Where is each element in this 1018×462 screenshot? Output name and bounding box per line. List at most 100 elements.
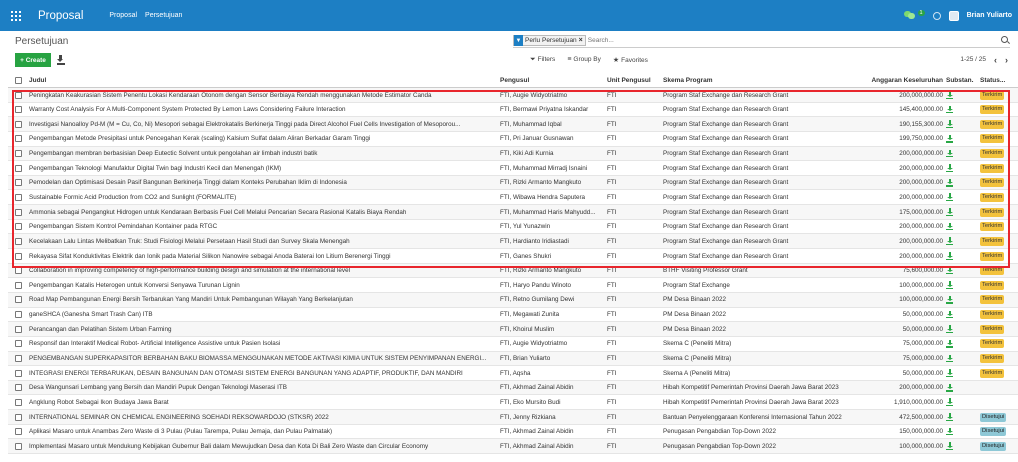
table-row[interactable]: Sustainable Formic Acid Production from … [8,190,1018,206]
table-row[interactable]: Pengembangan Teknologi Manufaktur Digita… [8,161,1018,176]
export-download-icon[interactable] [57,55,65,65]
download-substansi-icon[interactable] [946,442,953,451]
row-checkbox[interactable] [15,179,22,187]
select-all-checkbox[interactable] [15,77,22,84]
table-row[interactable]: ganeSHCA (Ganesha Smart Trash Can) ITB FT… [8,308,1018,323]
table-row[interactable]: Rekayasa Sifat Konduktivitas Elektrik da… [8,249,1018,264]
download-substansi-icon[interactable] [946,193,953,202]
row-checkbox[interactable] [15,164,22,172]
table-row[interactable]: Pengembangan Metode Presipitasi untuk Pe… [8,132,1018,147]
table-row[interactable]: Pengembangan Katalis Heterogen untuk Kon… [8,278,1018,293]
activity-clock-icon[interactable] [932,11,941,20]
row-checkbox[interactable] [15,369,22,377]
table-row[interactable]: Pengembangan Sistem Kontrol Pemindahan K… [8,220,1018,235]
column-header-judul[interactable]: Judul [29,77,499,84]
download-substansi-icon[interactable] [946,252,953,260]
download-substansi-icon[interactable] [946,237,953,246]
table-row[interactable]: Angklung Robot Sebagai Ikon Budaya Jawa … [8,395,1018,411]
row-checkbox[interactable] [15,135,22,143]
row-checkbox[interactable] [15,120,22,128]
column-header-status[interactable]: Status... [980,77,1018,84]
filter-facet[interactable]: ▼ Perlu Persetujuan × [513,35,586,46]
column-header-anggaran[interactable]: Anggaran Keseluruhan [861,77,943,84]
table-row[interactable]: Aplikasi Masaro untuk Anambas Zero Waste… [8,425,1018,440]
table-row[interactable]: Peningkatan Keakurasian Sistem Penentu L… [8,88,1018,103]
column-header-pengusul[interactable]: Pengusul [500,77,603,84]
table-row[interactable]: Responsif dan Interaktif Medical Robot- … [8,337,1018,352]
row-checkbox[interactable] [15,311,22,319]
table-row[interactable]: INTERNATIONAL SEMINAR ON CHEMICAL ENGINE… [8,410,1018,425]
table-row[interactable]: Implementasi Masaro untuk Mendukung Kebi… [8,439,1018,455]
row-checkbox[interactable] [15,208,22,216]
row-checkbox[interactable] [15,237,22,245]
download-substansi-icon[interactable] [946,325,953,333]
favorites-button[interactable]: ★ Favorites [613,56,648,64]
table-row[interactable]: Pengembangan membran berbasisian Deep Eu… [8,146,1018,162]
table-row[interactable]: Kecelakaan Lalu Lintas Melibatkan Truk: … [8,234,1018,250]
search-input[interactable] [587,37,1010,44]
remove-facet-icon[interactable]: × [579,37,585,44]
row-checkbox[interactable] [15,340,22,348]
table-row[interactable]: PENGEMBANGAN SUPERKAPASITOR BERBAHAN BAK… [8,351,1018,367]
download-substansi-icon[interactable] [946,222,953,231]
row-checkbox[interactable] [15,252,22,260]
create-button[interactable]: + Create [15,53,51,67]
row-checkbox[interactable] [15,150,22,158]
download-substansi-icon[interactable] [946,105,953,114]
download-substansi-icon[interactable] [946,383,953,392]
pager-value[interactable]: 1-25 / 25 [960,56,986,63]
column-header-unit[interactable]: Unit Pengusul [607,77,657,84]
download-substansi-icon[interactable] [946,266,953,275]
download-substansi-icon[interactable] [946,134,953,143]
row-checkbox[interactable] [15,384,22,392]
apps-menu-icon[interactable] [11,10,21,21]
table-row[interactable]: Collaboration in improving competency of… [8,263,1018,279]
menu-item-persetujuan[interactable]: Persetujuan [145,12,182,19]
column-header-substansi[interactable]: Substan... [946,77,974,84]
row-checkbox[interactable] [15,91,22,99]
download-substansi-icon[interactable] [946,427,953,436]
row-checkbox[interactable] [15,398,22,406]
pager-next-icon[interactable]: › [1005,55,1008,64]
row-checkbox[interactable] [15,296,22,304]
table-row[interactable]: Perancangan dan Pelatihan Sistem Urban F… [8,322,1018,337]
pager-previous-icon[interactable]: ‹ [994,55,997,64]
user-name[interactable]: Brian Yuliarto [967,12,1012,19]
download-substansi-icon[interactable] [946,310,953,319]
row-checkbox[interactable] [15,355,22,363]
user-avatar[interactable] [948,10,959,21]
chat-icon[interactable] [903,11,916,20]
download-substansi-icon[interactable] [946,164,953,172]
row-checkbox[interactable] [15,267,22,275]
row-checkbox[interactable] [15,193,22,201]
search-icon[interactable] [1001,36,1008,43]
row-checkbox[interactable] [15,413,22,421]
download-substansi-icon[interactable] [946,281,953,290]
download-substansi-icon[interactable] [946,120,953,128]
download-substansi-icon[interactable] [946,339,953,348]
table-row[interactable]: INTEGRASI ENERGI TERBARUKAN, DESAIN BANG… [8,366,1018,381]
row-checkbox[interactable] [15,281,22,289]
table-row[interactable]: Ammonia sebagai Pengangkut Hidrogen untu… [8,205,1018,220]
table-row[interactable]: Investigasi Nanoalloy Pd-M (M = Cu, Co, … [8,117,1018,132]
download-substansi-icon[interactable] [946,149,953,158]
download-substansi-icon[interactable] [946,178,953,187]
table-row[interactable]: Road Map Pembangunan Energi Bersih Terba… [8,292,1018,308]
column-header-skema[interactable]: Skema Program [663,77,859,84]
row-checkbox[interactable] [15,106,22,114]
download-substansi-icon[interactable] [946,413,953,421]
download-substansi-icon[interactable] [946,354,953,363]
table-row[interactable]: Warranty Cost Analysis For A Multi-Compo… [8,103,1018,118]
table-row[interactable]: Pemodelan dan Optimisasi Desain Pasif Ba… [8,175,1018,191]
row-checkbox[interactable] [15,428,22,436]
download-substansi-icon[interactable] [946,369,953,377]
row-checkbox[interactable] [15,223,22,231]
download-substansi-icon[interactable] [946,295,953,304]
download-substansi-icon[interactable] [946,398,953,407]
group-by-button[interactable]: ≡ Group By [567,56,601,64]
row-checkbox[interactable] [15,442,22,450]
table-row[interactable]: Desa Wangunsari Lembang yang Bersih dan … [8,380,1018,396]
download-substansi-icon[interactable] [946,91,953,99]
row-checkbox[interactable] [15,325,22,333]
download-substansi-icon[interactable] [946,208,953,216]
